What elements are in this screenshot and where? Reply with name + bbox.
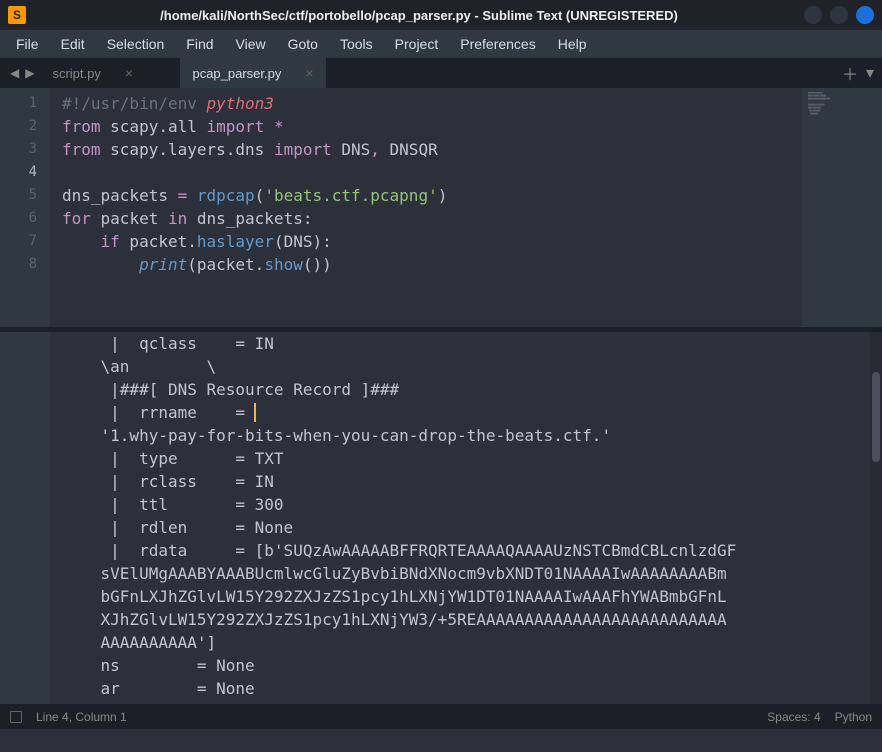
output-line: XJhZGlvLW15Y292ZXJzZS1pcy1hLXNjYW3/+5REA… bbox=[62, 608, 870, 631]
tab-pcap_parser-py[interactable]: pcap_parser.py × bbox=[180, 58, 325, 88]
app-icon: S bbox=[8, 6, 26, 24]
titlebar: S /home/kali/NorthSec/ctf/portobello/pca… bbox=[0, 0, 882, 30]
line-number[interactable]: 1 bbox=[0, 92, 49, 115]
menu-preferences[interactable]: Preferences bbox=[450, 32, 545, 56]
code-line[interactable]: print(packet.show()) bbox=[62, 253, 802, 276]
output-line: AAAAAAAAAA'] bbox=[62, 631, 870, 654]
output-line: '1.why-pay-for-bits-when-you-can-drop-th… bbox=[62, 424, 870, 447]
menu-selection[interactable]: Selection bbox=[97, 32, 175, 56]
minimap-content: ▆▆▆▆▆ ▆▆▆▆ ▆▆▆ ▆▆▆▆ ▆▆▆▆ ▆▆▆ ▆▆▆▆ ▆▆▆▆ ▆… bbox=[808, 92, 878, 122]
menu-tools[interactable]: Tools bbox=[330, 32, 383, 56]
menu-view[interactable]: View bbox=[226, 32, 276, 56]
tab-label: pcap_parser.py bbox=[192, 66, 281, 81]
new-tab-icon[interactable]: ＋ bbox=[842, 61, 858, 85]
code-line[interactable]: if packet.haslayer(DNS): bbox=[62, 230, 802, 253]
maximize-button[interactable] bbox=[830, 6, 848, 24]
tab-close-icon[interactable]: × bbox=[305, 65, 313, 81]
output-line: | rdlen = None bbox=[62, 516, 870, 539]
line-number[interactable]: 7 bbox=[0, 230, 49, 253]
tab-nav-arrows: ◀ ▶ bbox=[4, 58, 40, 88]
tab-label: script.py bbox=[52, 66, 100, 81]
minimize-button[interactable] bbox=[804, 6, 822, 24]
cursor-position[interactable]: Line 4, Column 1 bbox=[36, 710, 127, 724]
syntax-setting[interactable]: Python bbox=[835, 710, 872, 724]
output-line: |###[ DNS Resource Record ]### bbox=[62, 378, 870, 401]
close-button[interactable] bbox=[856, 6, 874, 24]
scrollbar-thumb[interactable] bbox=[872, 372, 880, 462]
menu-file[interactable]: File bbox=[6, 32, 49, 56]
window-title: /home/kali/NorthSec/ctf/portobello/pcap_… bbox=[34, 8, 804, 23]
line-number[interactable]: 6 bbox=[0, 207, 49, 230]
cursor bbox=[254, 403, 256, 422]
line-number[interactable]: 8 bbox=[0, 253, 49, 276]
code-line[interactable]: from scapy.layers.dns import DNS, DNSQR bbox=[62, 138, 802, 161]
line-number[interactable]: 5 bbox=[0, 184, 49, 207]
indentation-setting[interactable]: Spaces: 4 bbox=[767, 710, 820, 724]
output-panel: | qclass = IN \an \ |###[ DNS Resource R… bbox=[0, 332, 882, 704]
line-number[interactable]: 2 bbox=[0, 115, 49, 138]
code-line[interactable] bbox=[62, 161, 802, 184]
output-gutter bbox=[0, 332, 50, 704]
minimap[interactable]: ▆▆▆▆▆ ▆▆▆▆ ▆▆▆ ▆▆▆▆ ▆▆▆▆ ▆▆▆ ▆▆▆▆ ▆▆▆▆ ▆… bbox=[802, 88, 882, 327]
code-line[interactable]: #!/usr/bin/env python3 bbox=[62, 92, 802, 115]
menu-help[interactable]: Help bbox=[548, 32, 597, 56]
code-area[interactable]: #!/usr/bin/env python3from scapy.all imp… bbox=[50, 88, 802, 327]
output-area[interactable]: | qclass = IN \an \ |###[ DNS Resource R… bbox=[50, 332, 870, 704]
line-number[interactable]: 3 bbox=[0, 138, 49, 161]
code-line[interactable]: for packet in dns_packets: bbox=[62, 207, 802, 230]
gutter: 12345678 bbox=[0, 88, 50, 327]
output-line: | ttl = 300 bbox=[62, 493, 870, 516]
code-line[interactable]: dns_packets = rdpcap('beats.ctf.pcapng') bbox=[62, 184, 802, 207]
tab-nav-back-icon[interactable]: ◀ bbox=[10, 66, 19, 80]
output-line: | type = TXT bbox=[62, 447, 870, 470]
tabbar: ◀ ▶ script.py × pcap_parser.py × ＋ ▾ bbox=[0, 58, 882, 88]
tab-actions: ＋ ▾ bbox=[834, 58, 882, 88]
line-number[interactable]: 4 bbox=[0, 161, 49, 184]
tab-nav-forward-icon[interactable]: ▶ bbox=[25, 66, 34, 80]
tab-script-py[interactable]: script.py × bbox=[40, 58, 180, 88]
output-line: | rdata = [b'SUQzAwAAAAABFFRQRTEAAAAQAAA… bbox=[62, 539, 870, 562]
output-line: \an \ bbox=[62, 355, 870, 378]
editor[interactable]: 12345678 #!/usr/bin/env python3from scap… bbox=[0, 88, 882, 327]
output-scrollbar[interactable] bbox=[870, 332, 882, 704]
output-line: ns = None bbox=[62, 654, 870, 677]
output-line: ar = None bbox=[62, 677, 870, 700]
menu-find[interactable]: Find bbox=[176, 32, 223, 56]
panel-switcher-icon[interactable] bbox=[10, 711, 22, 723]
menu-edit[interactable]: Edit bbox=[51, 32, 95, 56]
menubar: FileEditSelectionFindViewGotoToolsProjec… bbox=[0, 30, 882, 58]
menu-goto[interactable]: Goto bbox=[278, 32, 328, 56]
statusbar: Line 4, Column 1 Spaces: 4 Python bbox=[0, 704, 882, 729]
tab-close-icon[interactable]: × bbox=[125, 65, 133, 81]
output-line: | rrname = bbox=[62, 401, 870, 424]
code-line[interactable]: from scapy.all import * bbox=[62, 115, 802, 138]
output-line: sVElUMgAAABYAAABUcmlwcGluZyBvbiBNdXNocm9… bbox=[62, 562, 870, 585]
window-controls bbox=[804, 6, 874, 24]
menu-project[interactable]: Project bbox=[385, 32, 449, 56]
output-line: | qclass = IN bbox=[62, 332, 870, 355]
output-line: | rclass = IN bbox=[62, 470, 870, 493]
tab-menu-icon[interactable]: ▾ bbox=[866, 63, 874, 83]
output-line: bGFnLXJhZGlvLW15Y292ZXJzZS1pcy1hLXNjYW1D… bbox=[62, 585, 870, 608]
